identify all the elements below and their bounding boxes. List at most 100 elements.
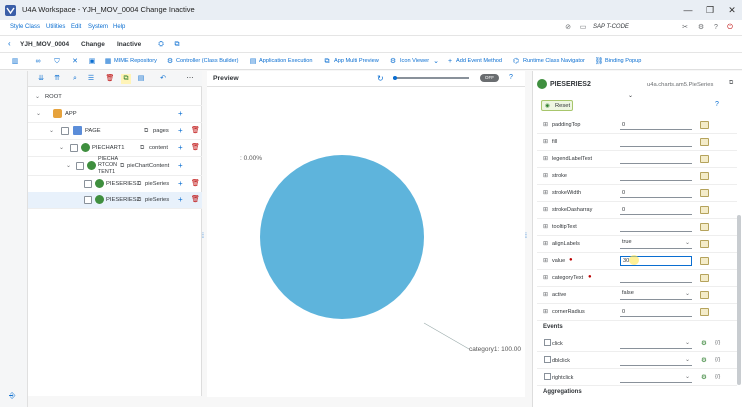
icon-viewer-icon[interactable]: ⚙ xyxy=(388,57,398,67)
splitter-handle[interactable]: ⁞ xyxy=(525,233,527,240)
menu-edit[interactable]: Edit xyxy=(71,24,81,30)
property-input-paddingTop[interactable] xyxy=(620,120,692,130)
binding-icon[interactable] xyxy=(700,274,709,282)
binding-icon[interactable] xyxy=(700,189,709,197)
tree-row[interactable]: PIESERIES1 ⧉ pieSeries + 🗑 xyxy=(28,176,202,193)
add-child-icon[interactable]: + xyxy=(178,109,183,118)
property-select[interactable]: false ⌄ xyxy=(620,290,692,300)
menu-system[interactable]: System xyxy=(88,24,108,30)
chevron-down-icon[interactable]: ⌄ xyxy=(35,93,40,100)
chevron-down-icon[interactable]: ⌄ xyxy=(59,144,64,151)
property-input-stroke[interactable] xyxy=(620,171,692,181)
chevron-down-icon[interactable]: ⌄ xyxy=(628,92,633,99)
event-checkbox[interactable] xyxy=(544,339,551,346)
add-icon[interactable]: + xyxy=(445,57,455,67)
back-icon[interactable]: ‹ xyxy=(8,39,11,48)
more-icon[interactable]: ⋯ xyxy=(185,74,195,84)
tree-row-selected[interactable]: PIESERIES2 ⧉ pieSeries + 🗑 xyxy=(28,192,202,209)
tree-row[interactable]: ⌄ PIECHA RTCON TENT1 ⧉ pieChartContent + xyxy=(28,156,202,176)
slider-handle[interactable] xyxy=(393,76,397,80)
event-handler-icon[interactable]: ⚙ xyxy=(701,356,707,364)
logout-icon[interactable]: ⎆ xyxy=(9,391,15,401)
tree-row[interactable]: ⌄ PAGE ⧉ pages + 🗑 xyxy=(28,123,202,140)
chevron-down-icon[interactable]: ⌄ xyxy=(66,162,71,169)
binding-icon[interactable] xyxy=(700,155,709,163)
maximize-button[interactable]: ❐ xyxy=(703,3,717,17)
property-input-fill[interactable] xyxy=(620,137,692,147)
app-multi-preview-button[interactable]: App Multi Preview xyxy=(334,58,379,64)
binding-icon[interactable] xyxy=(700,257,709,265)
controller-icon[interactable]: ⚙ xyxy=(165,57,175,67)
property-input-legendLabelText[interactable] xyxy=(620,154,692,164)
collapse-all-icon[interactable]: ⇈ xyxy=(52,74,62,84)
add-child-icon[interactable]: + xyxy=(178,126,183,135)
controller-button[interactable]: Controller (Class Builder) xyxy=(176,58,238,64)
tree-checkbox[interactable] xyxy=(76,162,84,170)
event-method-select[interactable]: ⌄ xyxy=(620,356,692,366)
settings-icon[interactable]: ⚙ xyxy=(696,23,706,33)
app-execution-button[interactable]: Application Execution xyxy=(259,58,313,64)
binding-icon[interactable] xyxy=(700,223,709,231)
chevron-down-icon[interactable]: ⌄ xyxy=(431,57,441,67)
runtime-icon[interactable]: ⌬ xyxy=(511,57,521,67)
menu-utilities[interactable]: Utilities xyxy=(46,24,65,30)
tree-checkbox[interactable] xyxy=(84,180,92,188)
glasses-icon[interactable]: ∞ xyxy=(33,57,43,67)
event-checkbox[interactable] xyxy=(544,356,551,363)
binding-icon[interactable] xyxy=(700,291,709,299)
tree-checkbox[interactable] xyxy=(70,144,78,152)
event-handler-icon[interactable]: ⚙ xyxy=(701,339,707,347)
menu-help[interactable]: Help xyxy=(113,24,125,30)
pie-slice-category1[interactable] xyxy=(260,155,424,319)
help-icon[interactable]: ? xyxy=(715,101,719,108)
binding-icon[interactable] xyxy=(700,308,709,316)
zoom-slider[interactable] xyxy=(393,76,469,80)
minimize-button[interactable]: — xyxy=(681,3,695,17)
preview-toggle[interactable]: OFF xyxy=(480,74,499,82)
paste-icon[interactable]: ▤ xyxy=(136,74,146,84)
binding-icon[interactable] xyxy=(700,172,709,180)
mime-icon[interactable]: ▦ xyxy=(103,57,113,67)
mime-repository-button[interactable]: MIME Repository xyxy=(114,58,157,64)
property-input-strokeDasharray[interactable] xyxy=(620,205,692,215)
runtime-class-navigator-button[interactable]: Runtime Class Navigator xyxy=(523,58,585,64)
delete-icon[interactable]: 🗑 xyxy=(105,74,115,84)
tools-icon[interactable]: ✂ xyxy=(680,23,690,33)
trash-icon[interactable]: 🗑 xyxy=(191,195,200,203)
link-icon[interactable]: ⛓ xyxy=(594,57,604,67)
event-method-select[interactable]: ⌄ xyxy=(620,339,692,349)
add-child-icon[interactable]: + xyxy=(178,195,183,204)
splitter-handle[interactable]: ⁞ xyxy=(202,233,204,240)
app-exec-icon[interactable]: ▤ xyxy=(248,57,258,67)
property-input-categoryText[interactable] xyxy=(620,273,692,283)
shield-icon[interactable]: ⛉ xyxy=(52,57,62,67)
list-icon[interactable]: ☰ xyxy=(86,74,96,84)
menu-style-class[interactable]: Style Class xyxy=(10,24,40,30)
binding-icon[interactable] xyxy=(700,138,709,146)
layout-icon[interactable]: ▥ xyxy=(10,57,20,67)
monitor-icon[interactable]: ▭ xyxy=(578,23,588,33)
hierarchy-icon[interactable]: ⛭ xyxy=(156,40,166,50)
sap-tcode-label[interactable]: SAP T-CODE xyxy=(593,24,629,30)
icon-viewer-button[interactable]: Icon Viewer xyxy=(400,58,429,64)
tree-row[interactable]: ⌄ PIECHART1 ⧉ content + 🗑 xyxy=(28,140,202,157)
property-input-tooltipText[interactable] xyxy=(620,222,692,232)
wrench-icon[interactable]: ✕ xyxy=(70,57,80,67)
event-checkbox[interactable] xyxy=(544,373,551,380)
close-button[interactable]: ✕ xyxy=(725,3,739,17)
trash-icon[interactable]: 🗑 xyxy=(191,179,200,187)
binding-icon[interactable] xyxy=(700,240,709,248)
trash-icon[interactable]: 🗑 xyxy=(191,143,200,151)
help-icon[interactable]: ? xyxy=(711,23,721,33)
properties-scrollbar[interactable] xyxy=(737,215,741,385)
binding-icon[interactable] xyxy=(700,121,709,129)
add-child-icon[interactable]: + xyxy=(178,179,183,188)
reset-button[interactable]: ◉ Reset xyxy=(541,100,573,111)
refresh-icon[interactable]: ↻ xyxy=(377,74,384,83)
popout-icon[interactable]: ⧉ xyxy=(729,80,733,87)
event-code-icon[interactable]: {/} xyxy=(715,374,720,380)
multi-preview-icon[interactable]: ⧉ xyxy=(322,57,332,67)
property-input-cornerRadius[interactable] xyxy=(620,307,692,317)
power-icon[interactable]: ⏻ xyxy=(725,23,735,33)
save-icon[interactable]: ▣ xyxy=(87,57,97,67)
